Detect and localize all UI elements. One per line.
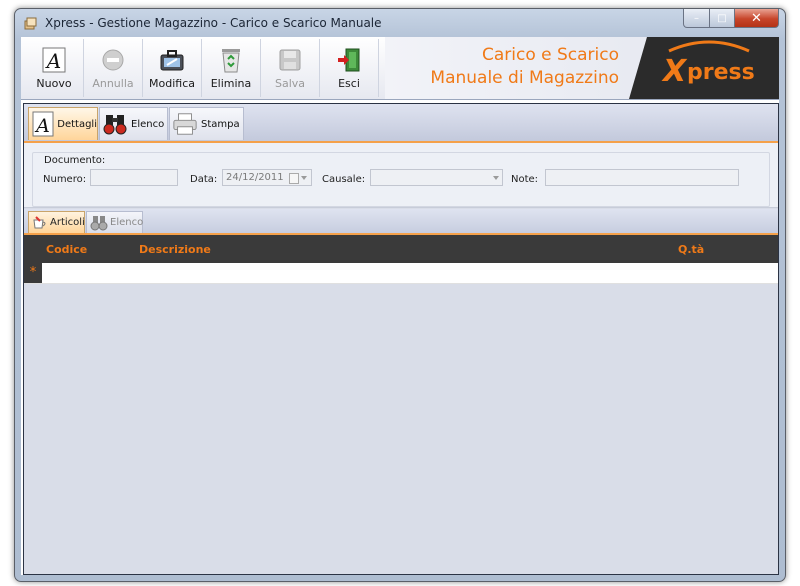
subtab-elenco-label: Elenco <box>110 217 144 228</box>
salva-label: Salva <box>274 77 306 90</box>
subtab-articoli[interactable]: Articoli <box>28 211 85 233</box>
new-row-marker[interactable]: * <box>24 263 42 283</box>
note-field[interactable] <box>545 169 739 186</box>
tab-stampa-label: Stampa <box>201 118 240 130</box>
annulla-button[interactable]: Annulla <box>84 39 143 97</box>
banner-title: Carico e Scarico Manuale di Magazzino <box>430 44 619 90</box>
column-header-qta[interactable]: Q.tà <box>678 243 704 256</box>
svg-text:A: A <box>34 115 50 137</box>
chevron-down-icon[interactable] <box>301 176 307 180</box>
subtab-elenco[interactable]: Elenco <box>86 211 143 233</box>
calendar-icon[interactable] <box>289 173 299 184</box>
subtab-articoli-label: Articoli <box>50 217 85 228</box>
printer-icon <box>172 111 198 137</box>
causale-label: Causale: <box>322 174 366 185</box>
maximize-button[interactable]: □ <box>710 9 735 28</box>
numero-field[interactable] <box>90 169 178 186</box>
grid-empty-area <box>24 284 778 574</box>
elimina-button[interactable]: Elimina <box>202 39 261 97</box>
document-group-label: Documento: <box>43 155 107 166</box>
annulla-label: Annulla <box>92 77 134 90</box>
recycle-bin-icon <box>218 47 244 73</box>
causale-combo[interactable] <box>370 169 503 186</box>
letter-a-icon: A <box>41 47 67 73</box>
title-bar[interactable]: Xpress - Gestione Magazzino - Carico e S… <box>15 9 785 37</box>
esci-label: Esci <box>338 77 360 90</box>
new-row[interactable]: * <box>24 263 778 284</box>
numero-label: Numero: <box>43 174 87 185</box>
app-window: Xpress - Gestione Magazzino - Carico e S… <box>14 8 786 582</box>
svg-text:A: A <box>45 49 61 73</box>
client-area: A Nuovo Annulla Modifica Elimina Salva E… <box>21 37 779 575</box>
note-label: Note: <box>511 174 539 185</box>
elimina-label: Elimina <box>210 77 252 90</box>
grid-header: Codice Descrizione Q.tà <box>24 235 778 263</box>
letter-a-icon: A <box>31 111 54 137</box>
esci-button[interactable]: Esci <box>320 39 379 97</box>
banner-title-line1: Carico e Scarico <box>481 45 619 65</box>
close-button[interactable]: ✕ <box>735 9 779 28</box>
nuovo-label: Nuovo <box>36 77 72 90</box>
binoculars-icon <box>90 214 108 232</box>
logo-rest: press <box>687 60 755 85</box>
data-value: 24/12/2011 <box>226 172 284 183</box>
nuovo-button[interactable]: A Nuovo <box>25 39 84 97</box>
window-title: Xpress - Gestione Magazzino - Carico e S… <box>45 16 382 30</box>
modifica-button[interactable]: Modifica <box>143 39 202 97</box>
modifica-label: Modifica <box>149 77 195 90</box>
main-panel: A Dettagli Elenco Stampa Documento: Nume… <box>23 103 779 575</box>
tab-elenco-label: Elenco <box>131 118 165 130</box>
tab-elenco[interactable]: Elenco <box>99 107 168 140</box>
banner: Carico e Scarico Manuale di Magazzino X … <box>385 37 779 99</box>
cup-icon <box>32 214 48 232</box>
tab-dettagli[interactable]: A Dettagli <box>28 107 98 140</box>
logo-x: X <box>661 54 688 89</box>
banner-title-line2: Manuale di Magazzino <box>430 68 619 88</box>
cancel-circle-icon <box>100 47 126 73</box>
detail-tabstrip: Articoli Elenco <box>24 209 778 235</box>
xpress-logo: X press <box>629 37 779 99</box>
salva-button[interactable]: Salva <box>261 39 320 97</box>
app-icon <box>24 17 37 30</box>
edit-briefcase-icon <box>159 47 185 73</box>
document-group: Documento: Numero: Data: 24/12/2011 Caus… <box>32 152 770 207</box>
document-panel: Documento: Numero: Data: 24/12/2011 Caus… <box>24 143 778 208</box>
column-header-codice[interactable]: Codice <box>46 243 87 256</box>
data-label: Data: <box>190 174 218 185</box>
main-tabstrip: A Dettagli Elenco Stampa <box>24 104 778 143</box>
tab-stampa[interactable]: Stampa <box>169 107 244 140</box>
minimize-button[interactable]: – <box>683 9 710 28</box>
toolbar: A Nuovo Annulla Modifica Elimina Salva E… <box>21 37 779 100</box>
window-controls: – □ ✕ <box>683 9 779 28</box>
column-header-descrizione[interactable]: Descrizione <box>139 243 211 256</box>
tab-dettagli-label: Dettagli <box>57 118 97 130</box>
chevron-down-icon[interactable] <box>493 176 499 180</box>
exit-door-icon <box>336 47 362 73</box>
binoculars-icon <box>102 111 128 137</box>
floppy-disk-icon <box>277 47 303 73</box>
data-field[interactable]: 24/12/2011 <box>222 169 312 186</box>
